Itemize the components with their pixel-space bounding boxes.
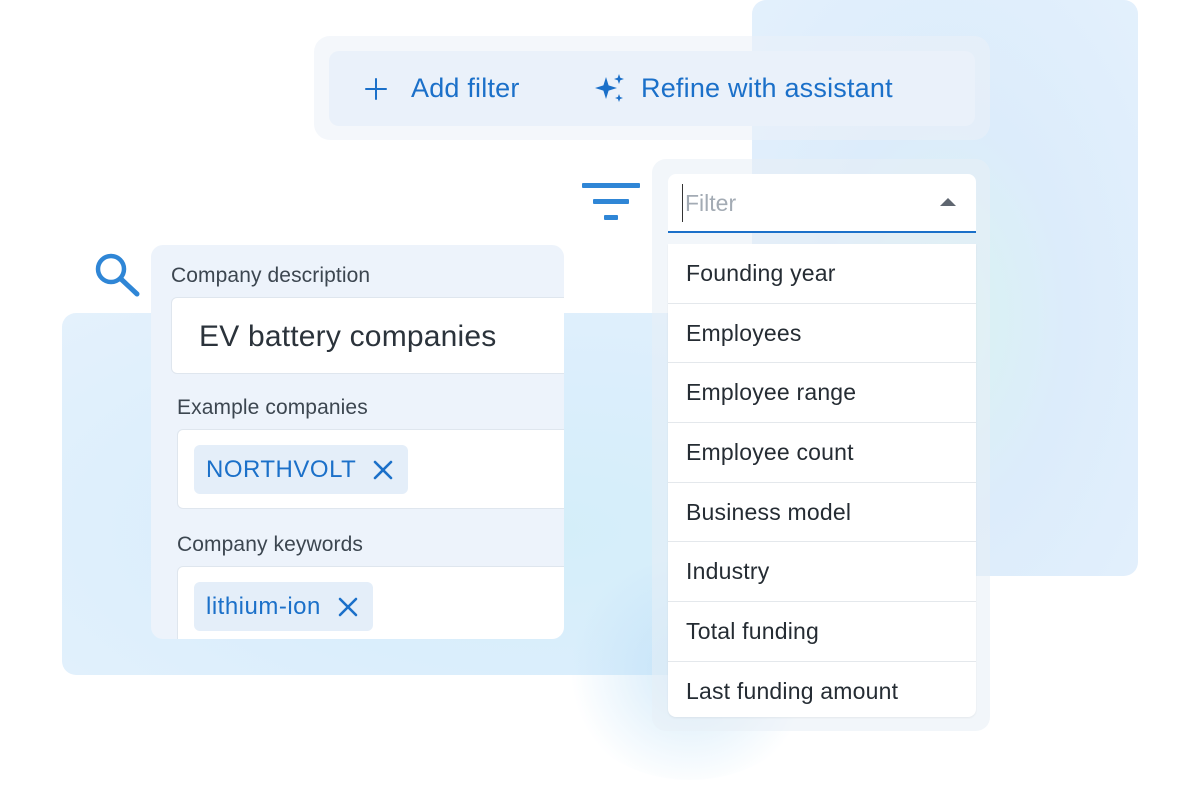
caret-up-icon[interactable] [940, 198, 956, 206]
add-filter-button[interactable]: Add filter [365, 51, 520, 126]
example-company-chip: NORTHVOLT [194, 445, 409, 494]
company-search-card: Company description EV battery companies… [151, 245, 564, 639]
refine-with-assistant-button[interactable]: Refine with assistant [593, 51, 893, 126]
filter-option-industry[interactable]: Industry [668, 542, 976, 603]
filter-option-founding-year[interactable]: Founding year [668, 244, 976, 304]
company-keywords-field[interactable]: lithium-ion [177, 566, 564, 639]
sparkle-icon [595, 73, 624, 102]
filter-option-total-funding[interactable]: Total funding [668, 602, 976, 662]
filter-select[interactable] [668, 174, 976, 233]
example-companies-field[interactable]: NORTHVOLT [177, 429, 564, 509]
filter-options-list: Founding year Employees Employee range E… [668, 244, 976, 717]
filter-search-input[interactable] [682, 184, 922, 222]
search-icon [95, 253, 140, 297]
chip-label: lithium-ion [206, 592, 321, 620]
company-description-value: EV battery companies [199, 320, 497, 353]
filter-option-last-funding-amount[interactable]: Last funding amount [668, 662, 976, 717]
filter-option-employees[interactable]: Employees [668, 304, 976, 364]
filter-option-employee-range[interactable]: Employee range [668, 363, 976, 424]
plus-icon [365, 77, 387, 100]
filter-option-business-model[interactable]: Business model [668, 483, 976, 543]
add-filter-label: Add filter [411, 73, 520, 103]
x-icon[interactable] [337, 596, 359, 618]
keyword-chip: lithium-ion [194, 582, 373, 631]
example-companies-label: Example companies [177, 396, 368, 419]
company-keywords-label: Company keywords [177, 533, 364, 556]
x-icon[interactable] [372, 459, 394, 481]
refine-label: Refine with assistant [641, 73, 893, 103]
filter-option-employee-count[interactable]: Employee count [668, 423, 976, 483]
company-description-label: Company description [171, 264, 371, 287]
filter-toolbar: Add filter Refine with assistant [329, 51, 975, 126]
filter-icon [582, 183, 640, 220]
chip-label: NORTHVOLT [206, 455, 357, 483]
company-description-field[interactable]: EV battery companies [171, 297, 564, 374]
